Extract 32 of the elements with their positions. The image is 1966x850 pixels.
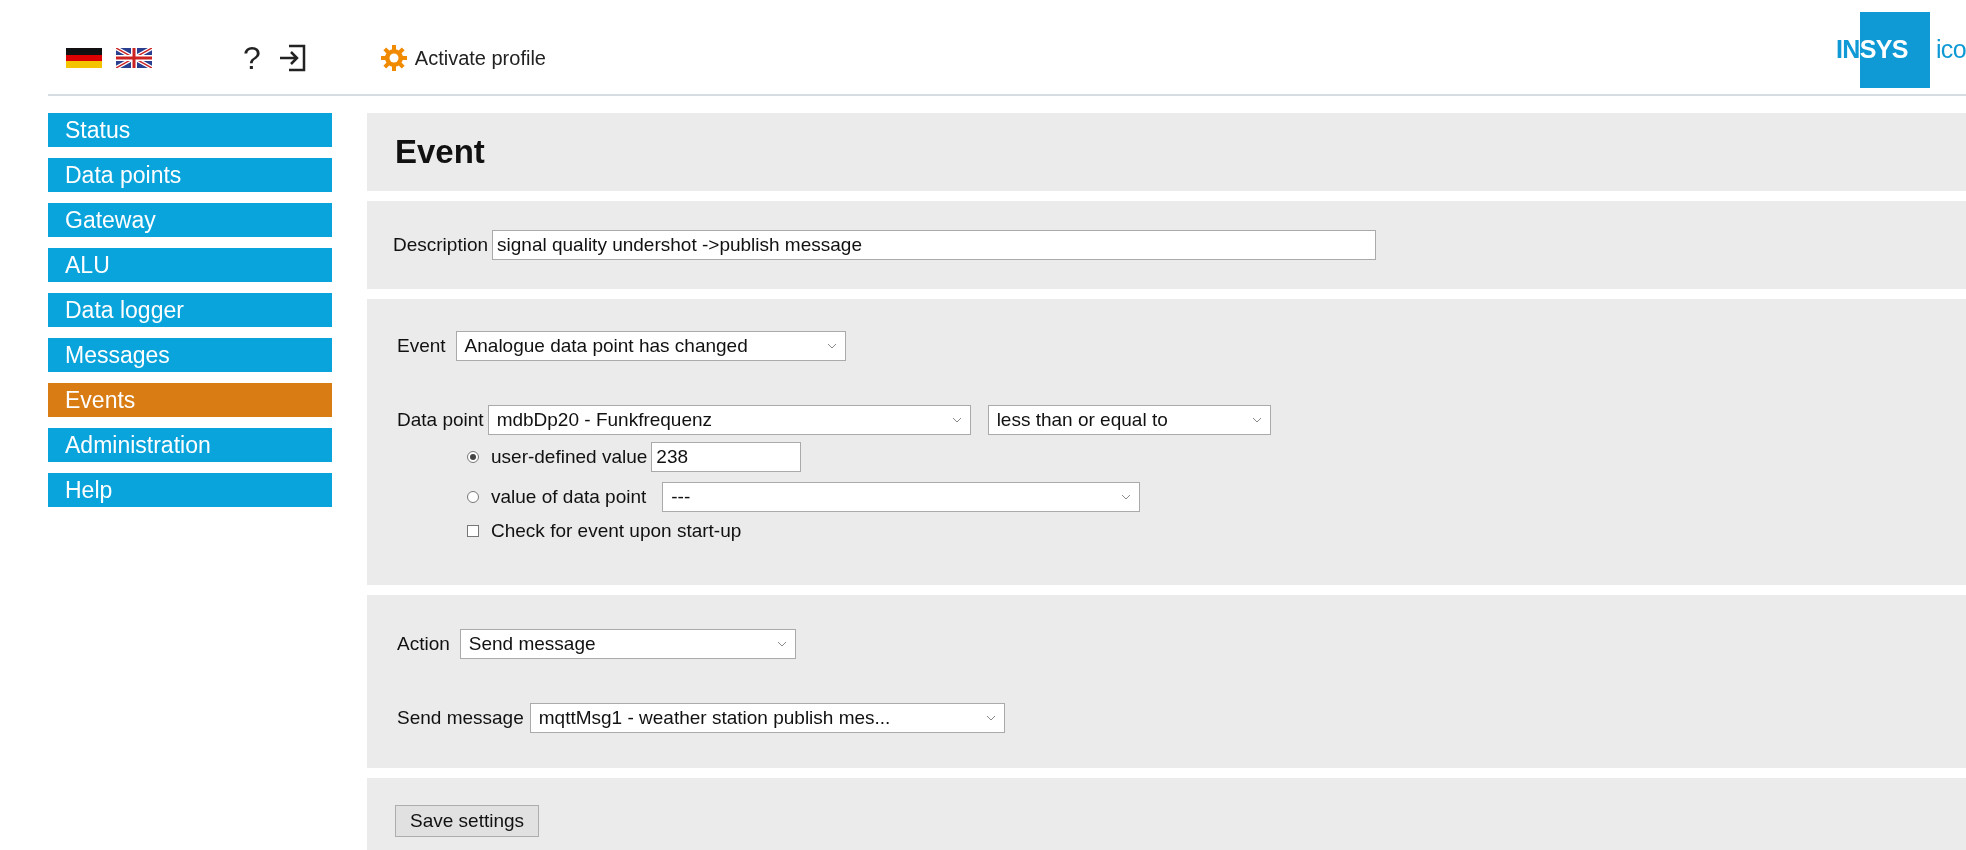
radio-label: value of data point — [491, 484, 647, 509]
british-flag-icon[interactable] — [116, 48, 152, 68]
value-field[interactable]: 238 — [651, 442, 802, 472]
radio-button[interactable] — [467, 451, 479, 463]
radio-label: user-defined value — [491, 444, 648, 469]
caret-icon — [985, 715, 996, 721]
checkbox[interactable] — [467, 525, 479, 538]
caret-icon — [1121, 494, 1132, 500]
checkbox-label: Check for event upon start-up — [491, 519, 742, 543]
caret-icon — [1251, 417, 1262, 423]
page-title: Event — [395, 132, 485, 173]
dropdown[interactable]: Analogue data point has changed — [455, 331, 846, 361]
field-label: Action — [397, 631, 450, 656]
dropdown[interactable]: --- — [662, 482, 1141, 512]
field-label: Description — [393, 232, 489, 257]
dropdown[interactable]: mqttMsg1 - weather station publish mes... — [529, 703, 1005, 733]
field-label: Data point — [397, 407, 484, 432]
caret-icon — [776, 641, 787, 647]
gear-icon — [380, 45, 407, 71]
field-label: Event — [397, 333, 446, 358]
field-label: Send message — [397, 705, 524, 730]
german-flag-icon[interactable] — [66, 48, 102, 68]
activate-profile-button[interactable]: Activate profile — [380, 43, 546, 73]
help-link[interactable]: ? — [243, 34, 261, 82]
caret-icon — [826, 343, 837, 349]
dropdown[interactable]: less than or equal to — [987, 405, 1271, 435]
dropdown[interactable]: Send message — [459, 629, 796, 659]
radio-button[interactable] — [467, 491, 479, 503]
caret-icon — [951, 417, 962, 423]
description-field[interactable]: signal quality undershot ->publish message — [492, 230, 1377, 260]
save-button[interactable]: Save settings — [395, 805, 540, 837]
dropdown[interactable]: mdbDp20 - Funkfrequenz — [487, 405, 971, 435]
